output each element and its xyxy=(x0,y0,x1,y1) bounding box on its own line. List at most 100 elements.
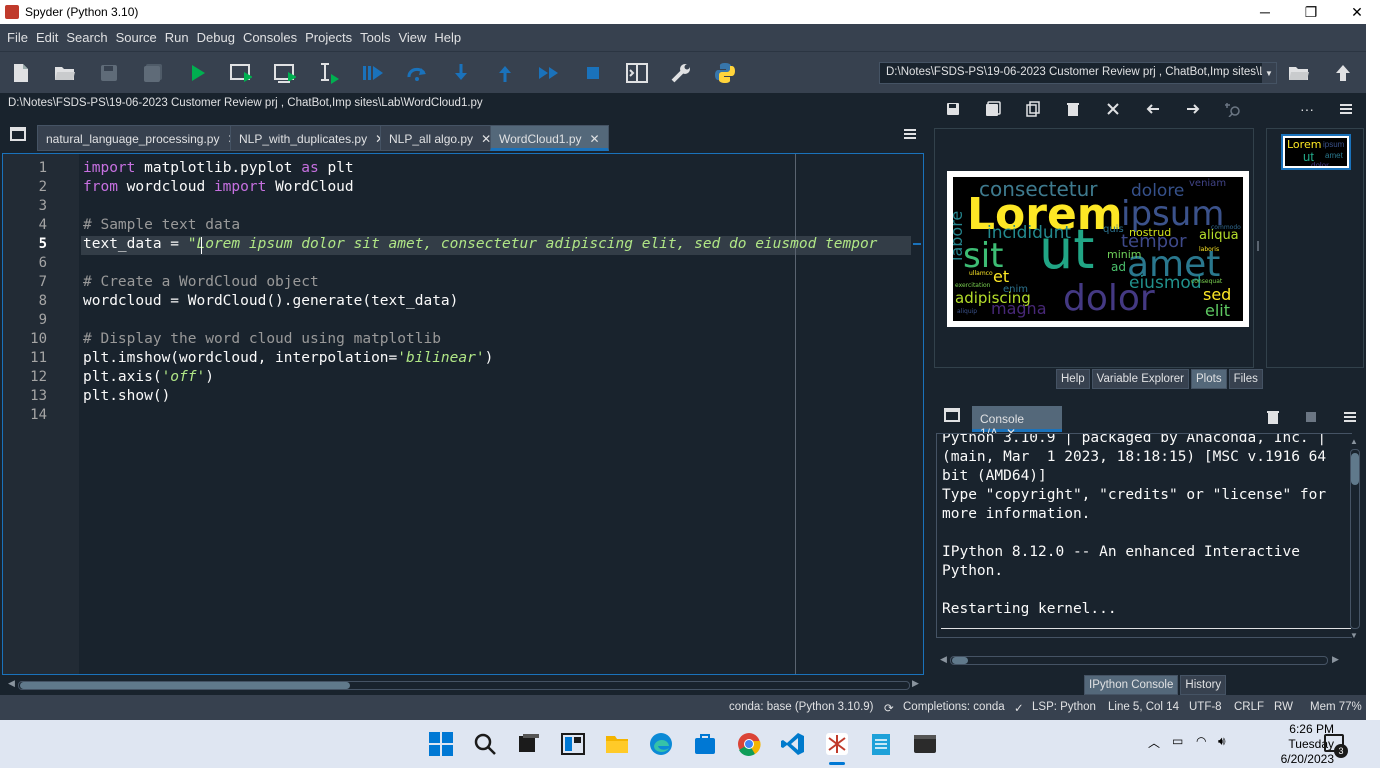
menu-projects[interactable]: Projects xyxy=(301,30,356,45)
edge-icon[interactable] xyxy=(649,732,673,756)
zoom-in-icon[interactable] xyxy=(1222,98,1244,120)
scrollbar-thumb[interactable] xyxy=(20,682,350,689)
minimize-button[interactable]: ─ xyxy=(1242,0,1288,24)
console-options-menu-icon[interactable] xyxy=(1344,412,1356,422)
widgets-icon[interactable] xyxy=(561,732,585,756)
code-editor[interactable]: 1 2 3 4 5 6 7 8 9 10 11 12 13 14 import … xyxy=(2,153,924,675)
menu-consoles[interactable]: Consoles xyxy=(239,30,301,45)
save-all-plots-icon[interactable] xyxy=(982,98,1004,120)
menu-help[interactable]: Help xyxy=(430,30,465,45)
status-completions[interactable]: Completions: conda xyxy=(903,701,1005,713)
open-file-icon[interactable] xyxy=(54,62,76,84)
line-number: 12 xyxy=(30,369,47,385)
editor-options-menu-icon[interactable] xyxy=(904,129,916,139)
code-line-8: wordcloud = WordCloud().generate(text_da… xyxy=(83,293,459,309)
search-icon[interactable] xyxy=(473,732,497,756)
wordcloud-image: consectetur dolore veniam Lorem ipsum la… xyxy=(953,177,1243,321)
remove-icon[interactable] xyxy=(1262,406,1284,428)
run-selection-icon[interactable] xyxy=(318,62,340,84)
menu-file[interactable]: File xyxy=(3,30,32,45)
copy-plot-icon[interactable] xyxy=(1022,98,1044,120)
preferences-icon[interactable] xyxy=(670,62,692,84)
save-all-icon[interactable] xyxy=(142,62,164,84)
plot-thumbnail[interactable]: Lorem ipsum ut amet dolor xyxy=(1281,134,1351,170)
status-env[interactable]: conda: base (Python 3.10.9) xyxy=(729,701,874,713)
menu-run[interactable]: Run xyxy=(161,30,193,45)
tab-files[interactable]: Files xyxy=(1228,369,1263,389)
previous-plot-icon[interactable] xyxy=(1142,98,1164,120)
browse-tabs-icon[interactable] xyxy=(10,127,26,141)
run-icon[interactable] xyxy=(187,62,209,84)
restore-button[interactable]: ❐ xyxy=(1288,0,1334,24)
status-lsp[interactable]: LSP: Python xyxy=(1032,701,1096,713)
interrupt-kernel-icon[interactable] xyxy=(1300,406,1322,428)
save-icon[interactable] xyxy=(98,62,120,84)
maximize-pane-icon[interactable] xyxy=(626,62,648,84)
chrome-icon[interactable] xyxy=(737,732,761,756)
menu-tools[interactable]: Tools xyxy=(356,30,394,45)
step-into-icon[interactable] xyxy=(450,62,472,84)
scrollbar-thumb[interactable] xyxy=(1351,453,1359,485)
ipython-console[interactable]: Python 3.10.9 | packaged by Anaconda, In… xyxy=(936,433,1352,638)
spyder-taskbar-icon[interactable] xyxy=(825,732,849,756)
menu-debug[interactable]: Debug xyxy=(193,30,239,45)
remove-plot-icon[interactable] xyxy=(1062,98,1084,120)
console-vertical-scrollbar[interactable]: ▲ ▼ xyxy=(1348,437,1362,640)
working-directory-combobox[interactable]: D:\Notes\FSDS-PS\19-06-2023 Customer Rev… xyxy=(879,62,1277,84)
wc-word: et xyxy=(993,267,1010,286)
step-return-icon[interactable] xyxy=(494,62,516,84)
save-plot-icon[interactable] xyxy=(942,98,964,120)
chevron-down-icon[interactable]: ▼ xyxy=(1262,63,1276,83)
more-options-icon[interactable]: ··· xyxy=(1296,98,1318,120)
next-plot-icon[interactable] xyxy=(1182,98,1204,120)
file-explorer-icon[interactable] xyxy=(605,732,629,756)
browse-folder-icon[interactable] xyxy=(1288,62,1310,84)
vscode-icon[interactable] xyxy=(781,732,805,756)
step-icon[interactable] xyxy=(406,62,428,84)
tab-wordcloud1[interactable]: WordCloud1.py ✕ xyxy=(490,125,609,151)
task-view-icon[interactable] xyxy=(517,732,541,756)
wifi-icon[interactable]: ◠ xyxy=(1196,734,1206,748)
tab-history[interactable]: History xyxy=(1180,675,1227,695)
plot-canvas[interactable]: consectetur dolore veniam Lorem ipsum la… xyxy=(934,128,1259,368)
editor-tabs: natural_language_processing.py✕ NLP_with… xyxy=(0,125,930,155)
tab-nlp-all-algo[interactable]: NLP_all algo.py ✕ xyxy=(380,125,501,151)
menu-search[interactable]: Search xyxy=(62,30,111,45)
terminal-icon[interactable] xyxy=(913,732,937,756)
menu-edit[interactable]: Edit xyxy=(32,30,62,45)
show-hidden-icons-icon[interactable]: ︿ xyxy=(1148,734,1160,751)
python-path-icon[interactable] xyxy=(714,62,736,84)
browse-consoles-icon[interactable] xyxy=(944,408,960,422)
tab-nlp-with-duplicates[interactable]: NLP_with_duplicates.py✕ xyxy=(230,125,395,151)
plots-options-menu-icon[interactable] xyxy=(1340,104,1352,114)
editor-horizontal-scrollbar[interactable]: ◀ ▶ xyxy=(8,678,920,692)
tab-variable-explorer[interactable]: Variable Explorer xyxy=(1091,369,1190,389)
tab-console-1a[interactable]: Console 1/A✕ xyxy=(972,406,1062,440)
code-line-12: plt.axis('off') xyxy=(83,369,214,385)
new-file-icon[interactable] xyxy=(10,62,32,84)
scrollbar-thumb[interactable] xyxy=(952,657,968,664)
tab-natural-language-processing[interactable]: natural_language_processing.py✕ xyxy=(37,125,247,151)
battery-icon[interactable]: ▭ xyxy=(1172,734,1183,748)
continue-icon[interactable] xyxy=(538,62,560,84)
close-window-button[interactable]: ✕ xyxy=(1334,0,1380,24)
line-number: 13 xyxy=(30,388,47,404)
remove-all-plots-icon[interactable] xyxy=(1102,98,1124,120)
menu-view[interactable]: View xyxy=(394,30,430,45)
debug-icon[interactable] xyxy=(362,62,384,84)
store-icon[interactable] xyxy=(693,732,717,756)
stop-icon[interactable] xyxy=(582,62,604,84)
run-cell-icon[interactable] xyxy=(230,62,252,84)
notepad-icon[interactable] xyxy=(869,732,893,756)
tab-plots[interactable]: Plots xyxy=(1191,369,1227,389)
close-tab-icon[interactable]: ✕ xyxy=(590,132,600,146)
volume-icon[interactable]: 🔊︎ xyxy=(1218,734,1226,749)
tab-help[interactable]: Help xyxy=(1056,369,1090,389)
menu-source[interactable]: Source xyxy=(112,30,161,45)
console-horizontal-scrollbar[interactable]: ◀ ▶ xyxy=(940,654,1340,666)
parent-directory-icon[interactable] xyxy=(1332,62,1354,84)
tab-ipython-console[interactable]: IPython Console xyxy=(1084,675,1179,695)
windows-start-icon[interactable] xyxy=(429,732,453,756)
splitter-handle[interactable] xyxy=(1257,241,1259,251)
run-cell-advance-icon[interactable] xyxy=(274,62,296,84)
